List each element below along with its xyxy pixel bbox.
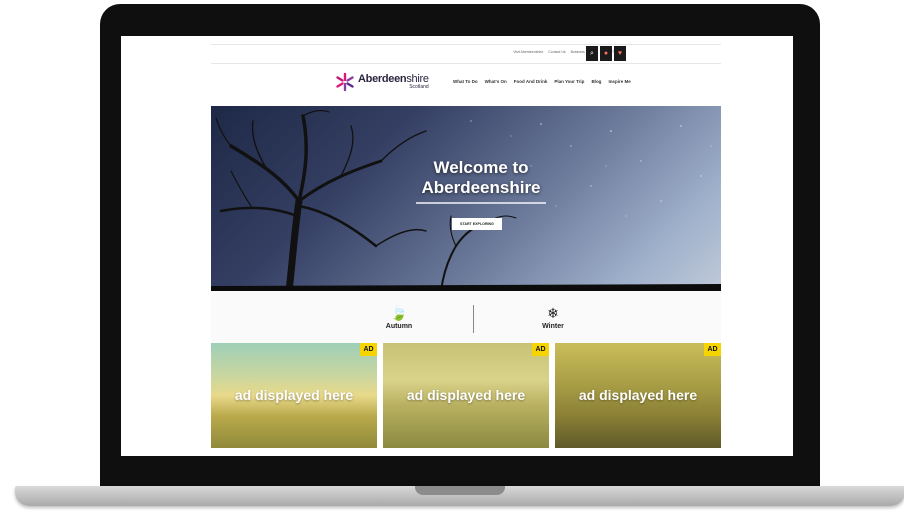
season-divider <box>473 305 474 333</box>
season-winter[interactable]: ❄ Winter <box>523 305 583 330</box>
site-logo[interactable]: Aberdeenshire Scotland <box>335 72 429 92</box>
nav-food-and-drink[interactable]: Food And Drink <box>514 79 548 84</box>
season-label: Winter <box>542 323 564 330</box>
website: Visit Aberdeenshire Contact Us Business … <box>211 36 721 456</box>
snowflake-icon: ❄ <box>547 305 559 321</box>
nav-whats-on[interactable]: What's On <box>485 79 507 84</box>
ad-badge: AD <box>360 343 377 356</box>
utility-bar: Visit Aberdeenshire Contact Us Business … <box>211 44 721 64</box>
season-autumn[interactable]: 🍃 Autumn <box>369 305 429 330</box>
laptop-base <box>15 486 904 506</box>
laptop-screen: Visit Aberdeenshire Contact Us Business … <box>121 36 793 456</box>
nav-blog[interactable]: Blog <box>591 79 601 84</box>
main-nav: What To Do What's On Food And Drink Plan… <box>453 79 631 84</box>
leaf-icon: 🍃 <box>390 305 408 321</box>
logo-star-icon <box>336 72 354 92</box>
start-exploring-button[interactable]: START EXPLORING <box>452 218 502 230</box>
location-icon[interactable]: ● <box>600 46 612 61</box>
utility-link-visit[interactable]: Visit Aberdeenshire <box>513 50 543 54</box>
season-label: Autumn <box>385 323 413 330</box>
nav-inspire-me[interactable]: Inspire Me <box>608 79 630 84</box>
ad-badge: AD <box>704 343 721 356</box>
ad-tile[interactable]: AD ad displayed here <box>211 343 377 448</box>
hero-image <box>211 110 721 291</box>
ad-placeholder-text: ad displayed here <box>234 387 354 403</box>
search-icon[interactable]: ⌕ <box>586 46 598 61</box>
nav-what-to-do[interactable]: What To Do <box>453 79 478 84</box>
laptop-notch <box>415 486 505 495</box>
ad-placeholder-text: ad displayed here <box>406 387 526 403</box>
ad-placeholder-text: ad displayed here <box>578 387 698 403</box>
seasons-selector: 🍃 Autumn ❄ Winter <box>211 291 721 343</box>
hero-title: Welcome to Aberdeenshire <box>421 158 541 197</box>
heart-icon[interactable]: ♥ <box>614 46 626 61</box>
utility-link-contact[interactable]: Contact Us <box>548 50 565 54</box>
nav-plan-your-trip[interactable]: Plan Your Trip <box>554 79 584 84</box>
ad-badge: AD <box>532 343 549 356</box>
hero-subtitle-line <box>416 202 546 204</box>
ad-tile[interactable]: AD ad displayed here <box>383 343 549 448</box>
ad-tile[interactable]: AD ad displayed here <box>555 343 721 448</box>
hero-banner: Welcome to Aberdeenshire START EXPLORING <box>211 106 721 291</box>
